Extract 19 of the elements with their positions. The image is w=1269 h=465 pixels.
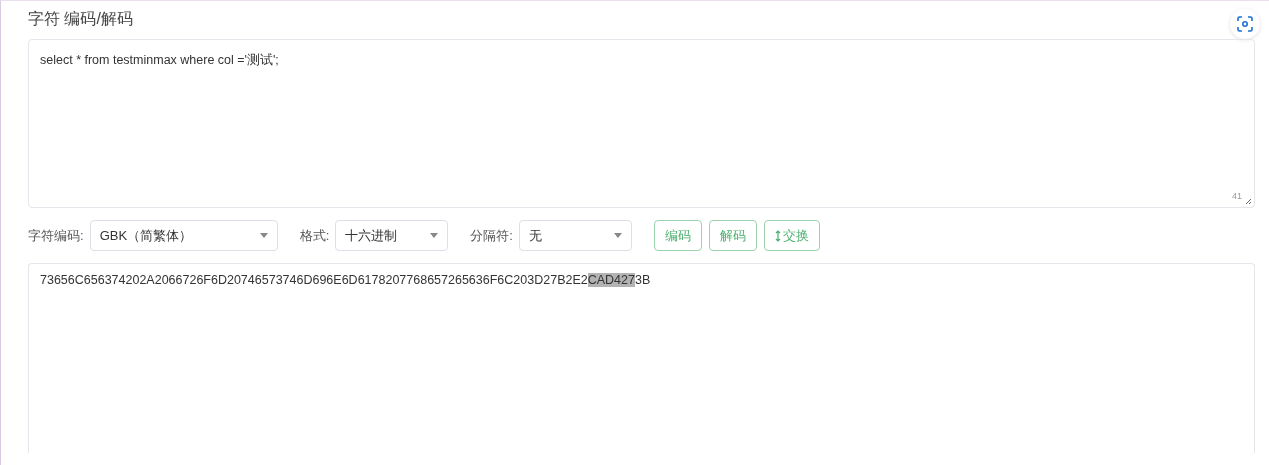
output-textarea[interactable]: 73656C656374202A2066726F6D20746573746D696E6D6178207768657265636F6C203D27B2E2CAD4273B xyxy=(28,263,1255,453)
dropdown-select[interactable]: 无 xyxy=(518,220,632,251)
input-text: select * from testminmax where col ='测试'; xyxy=(40,53,279,67)
caret-icon xyxy=(430,233,439,238)
dropdown-select[interactable]: 十六进制 xyxy=(335,220,449,251)
output-text: 73656C656374202A2066726F6D20746573746D696E6D6178207768657265636F6C203D27B2E2CAD4273B xyxy=(40,273,651,287)
field-label: 分隔符: xyxy=(470,226,513,245)
resize-grip-icon[interactable] xyxy=(1245,198,1252,205)
field-label: 字符编码: xyxy=(28,226,84,245)
page-title: 字符 编码/解码 xyxy=(28,9,133,29)
screenshot-button[interactable] xyxy=(1230,9,1260,39)
camera-scan-icon xyxy=(1237,16,1253,32)
caret-icon xyxy=(613,233,622,238)
char-counter: 41 xyxy=(1232,189,1242,203)
up-down-arrow-icon xyxy=(774,229,781,242)
field-label: 格式: xyxy=(299,226,330,245)
input-textarea[interactable]: select * from testminmax where col ='测试'; 41 xyxy=(28,39,1255,208)
caret-icon xyxy=(259,233,268,238)
dropdown-select[interactable]: GBK（简繁体） xyxy=(89,220,278,251)
